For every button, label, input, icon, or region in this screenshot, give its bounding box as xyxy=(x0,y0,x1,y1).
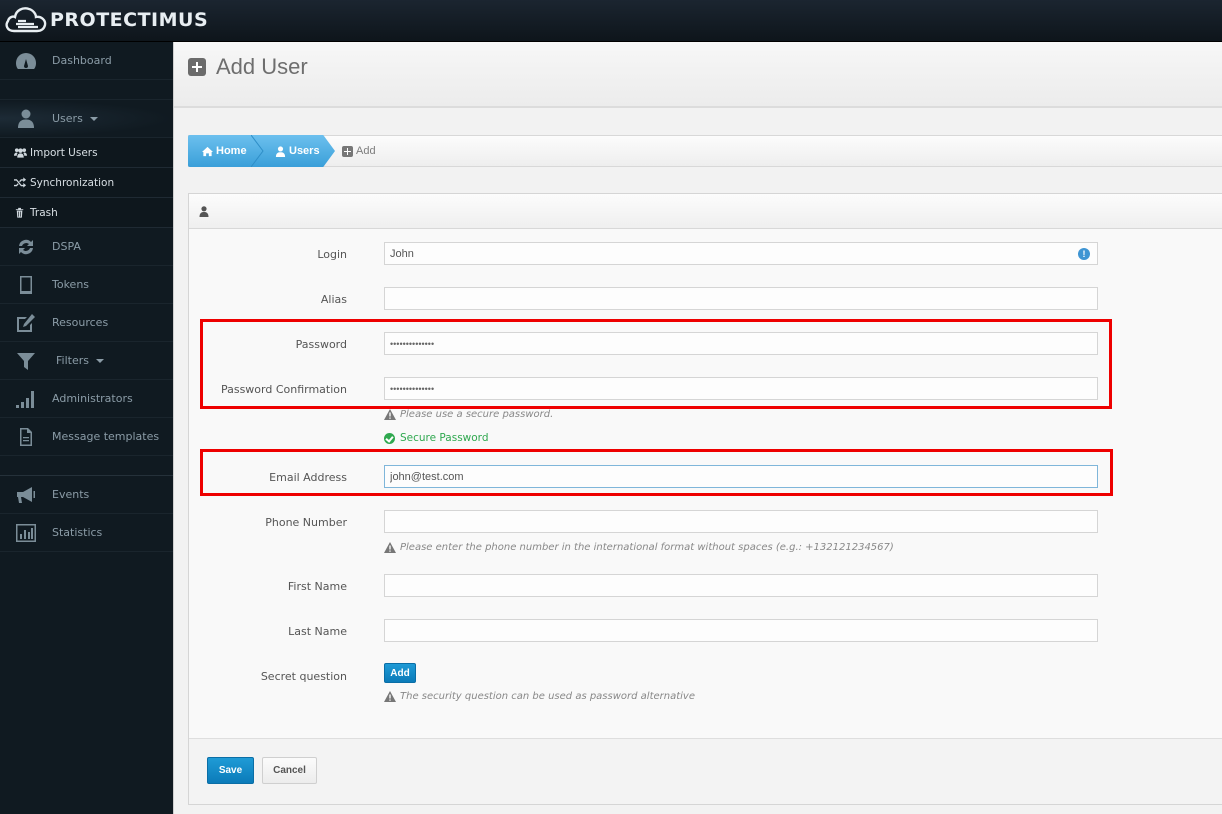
top-bar: PROTECTIMUS xyxy=(0,0,1222,42)
breadcrumb-separator xyxy=(251,135,264,167)
home-icon xyxy=(202,146,213,156)
sidebar-divider xyxy=(0,80,173,100)
phone-label: Phone Number xyxy=(265,516,347,529)
cancel-button[interactable]: Cancel xyxy=(262,757,317,784)
logo[interactable]: PROTECTIMUS xyxy=(4,4,208,36)
sidebar-subitem-synchronization[interactable]: Synchronization xyxy=(0,168,173,198)
breadcrumb-current: Add xyxy=(342,135,376,167)
password-input[interactable] xyxy=(384,332,1098,355)
warning-icon xyxy=(384,409,396,420)
shuffle-icon xyxy=(14,177,30,188)
form-actions: Save Cancel xyxy=(189,738,1222,804)
edit-icon xyxy=(0,313,52,333)
login-input[interactable] xyxy=(384,242,1098,265)
sidebar-item-statistics[interactable]: Statistics xyxy=(0,514,173,552)
first-name-label: First Name xyxy=(287,580,347,593)
sidebar-divider xyxy=(0,456,173,476)
email-input[interactable] xyxy=(384,465,1098,488)
info-icon[interactable]: ! xyxy=(1078,248,1090,260)
plus-square-icon xyxy=(188,58,206,76)
filter-icon xyxy=(0,351,52,371)
sidebar-item-dashboard[interactable]: Dashboard xyxy=(0,42,173,80)
warning-icon xyxy=(384,542,396,553)
alias-label: Alias xyxy=(320,293,347,306)
bar-chart-icon xyxy=(0,523,52,543)
plus-square-icon xyxy=(342,145,353,157)
secret-question-label: Secret question xyxy=(260,670,347,683)
sidebar: Dashboard Users Import Users Synchroniza… xyxy=(0,42,173,814)
main-content: Add User Home Users Add Login ! Alias xyxy=(173,42,1222,814)
user-icon xyxy=(199,206,209,217)
password-confirmation-input[interactable] xyxy=(384,377,1098,400)
sidebar-item-dspa[interactable]: DSPA xyxy=(0,228,173,266)
add-user-form-panel: Login ! Alias Password Password Confirma… xyxy=(188,193,1222,805)
alias-input[interactable] xyxy=(384,287,1098,310)
sidebar-item-tokens[interactable]: Tokens xyxy=(0,266,173,304)
last-name-input[interactable] xyxy=(384,619,1098,642)
warning-icon xyxy=(384,691,396,702)
first-name-input[interactable] xyxy=(384,574,1098,597)
users-group-icon xyxy=(14,147,30,158)
sidebar-item-administrators[interactable]: Administrators xyxy=(0,380,173,418)
caret-down-icon xyxy=(89,116,98,121)
login-label: Login xyxy=(317,248,347,261)
file-text-icon xyxy=(0,427,52,447)
user-icon xyxy=(0,109,52,129)
tablet-icon xyxy=(0,275,52,295)
user-icon xyxy=(275,145,286,157)
page-title: Add User xyxy=(188,54,308,80)
save-button[interactable]: Save xyxy=(207,757,254,784)
last-name-label: Last Name xyxy=(288,625,347,638)
caret-down-icon xyxy=(95,358,104,363)
page-header: Add User xyxy=(174,42,1222,108)
breadcrumb: Home Users Add xyxy=(188,135,1222,167)
email-label: Email Address xyxy=(269,471,347,484)
password-label: Password xyxy=(295,338,347,351)
panel-header xyxy=(189,194,1222,229)
sidebar-subitem-trash[interactable]: Trash xyxy=(0,198,173,228)
password-confirmation-label: Password Confirmation xyxy=(220,383,347,396)
sidebar-item-filters[interactable]: Filters xyxy=(0,342,173,380)
brand-name: PROTECTIMUS xyxy=(50,9,209,31)
add-secret-question-button[interactable]: Add xyxy=(384,663,416,683)
dashboard-icon xyxy=(0,51,52,71)
refresh-icon xyxy=(0,237,52,257)
megaphone-icon xyxy=(0,485,52,505)
sidebar-item-resources[interactable]: Resources xyxy=(0,304,173,342)
signal-bars-icon xyxy=(0,389,52,409)
password-hint: Please use a secure password. xyxy=(384,409,553,420)
cloud-logo-icon xyxy=(5,7,47,33)
trash-icon xyxy=(14,207,30,218)
phone-input[interactable] xyxy=(384,510,1098,533)
sidebar-item-message-templates[interactable]: Message templates xyxy=(0,418,173,456)
secret-question-hint: The security question can be used as pas… xyxy=(384,691,695,702)
check-circle-icon xyxy=(384,432,395,444)
password-strength-status: Secure Password xyxy=(384,432,488,444)
phone-hint: Please enter the phone number in the int… xyxy=(384,542,894,553)
sidebar-item-events[interactable]: Events xyxy=(0,476,173,514)
sidebar-item-users[interactable]: Users xyxy=(0,100,173,138)
sidebar-subitem-import-users[interactable]: Import Users xyxy=(0,138,173,168)
